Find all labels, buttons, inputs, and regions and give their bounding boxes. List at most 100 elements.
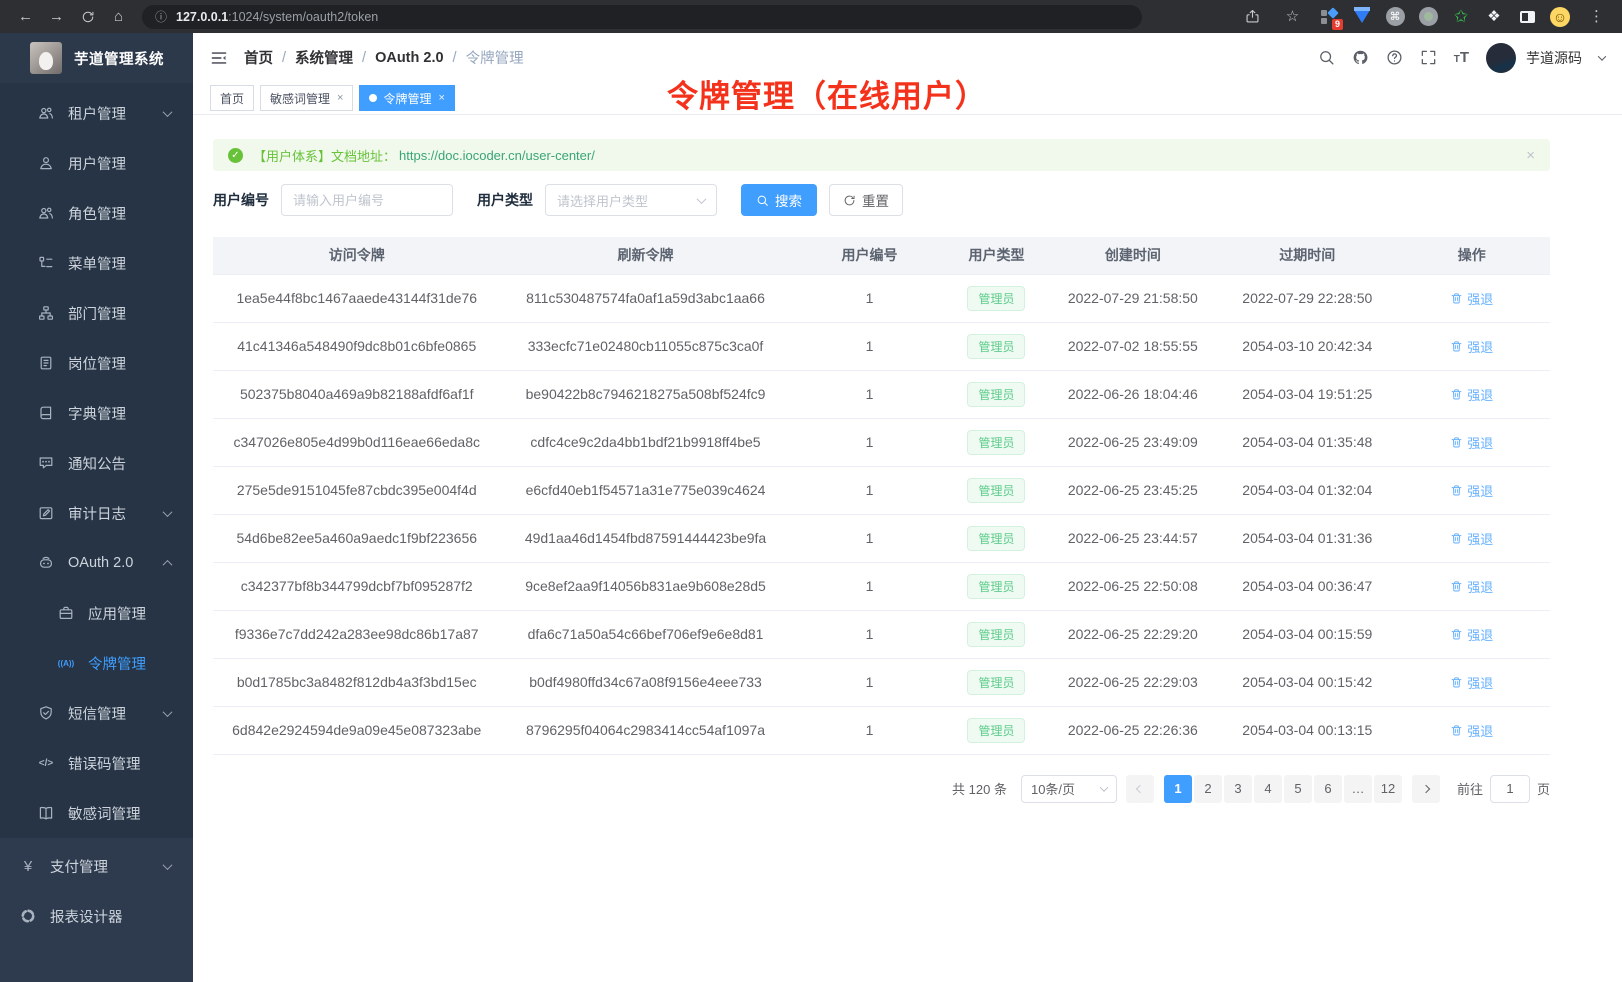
cell-user_id: 1 xyxy=(791,370,949,418)
page-ellipsis[interactable]: … xyxy=(1344,775,1372,803)
breadcrumb-item[interactable]: OAuth 2.0 xyxy=(375,50,443,66)
extension-star-icon[interactable]: ✩ xyxy=(1451,7,1471,27)
sidebar-item-menu[interactable]: 菜单管理 xyxy=(0,238,193,288)
table-row: f9336e7c7dd242a283ee98dc86b17a87dfa6c71a… xyxy=(213,610,1550,658)
sidebar-item-post[interactable]: 岗位管理 xyxy=(0,338,193,388)
sidebar-item-sensitive[interactable]: 敏感词管理 xyxy=(0,788,193,838)
prev-page-button[interactable] xyxy=(1126,775,1154,803)
extensions-puzzle-icon[interactable]: ❖ xyxy=(1484,7,1504,27)
force-logout-button[interactable]: 强退 xyxy=(1450,289,1493,308)
reset-button[interactable]: 重置 xyxy=(829,184,903,216)
page-button-6[interactable]: 6 xyxy=(1314,775,1342,803)
side-panel-icon[interactable] xyxy=(1517,7,1537,27)
search-icon[interactable] xyxy=(1318,49,1335,66)
sidebar-collapse-icon[interactable] xyxy=(210,49,228,67)
extension-gem-icon[interactable] xyxy=(1352,7,1372,27)
sidebar-item-dept[interactable]: 部门管理 xyxy=(0,288,193,338)
sidebar-item-token[interactable]: ((A))令牌管理 xyxy=(0,638,193,688)
tab-close-icon[interactable]: × xyxy=(438,92,444,104)
browser-home-icon[interactable]: ⌂ xyxy=(105,0,132,33)
trash-icon xyxy=(1450,484,1463,497)
force-logout-button[interactable]: 强退 xyxy=(1450,673,1493,692)
cell-user-type: 管理员 xyxy=(948,562,1044,610)
sidebar-item-errcode[interactable]: </>错误码管理 xyxy=(0,738,193,788)
table-row: 6d842e2924594de9a09e45e087323abe8796295f… xyxy=(213,706,1550,754)
page-button-5[interactable]: 5 xyxy=(1284,775,1312,803)
doc-link[interactable]: https://doc.iocoder.cn/user-center/ xyxy=(399,148,595,163)
tab-close-icon[interactable]: × xyxy=(337,92,343,104)
cell-created: 2022-06-25 23:45:25 xyxy=(1045,466,1221,514)
browser-reload-icon[interactable] xyxy=(74,0,101,33)
sidebar-item-tenant[interactable]: 租户管理 xyxy=(0,88,193,138)
browser-forward-icon[interactable]: → xyxy=(43,0,70,33)
browser-menu-icon[interactable]: ⋮ xyxy=(1583,0,1610,33)
user-type-select[interactable]: 请选择用户类型 xyxy=(545,184,717,216)
page-button-2[interactable]: 2 xyxy=(1194,775,1222,803)
browser-profile-avatar[interactable]: ☺ xyxy=(1550,7,1570,27)
breadcrumb-item[interactable]: 首页 xyxy=(244,47,273,68)
pagination: 共 120 条 10条/页 123456…12 前往 页 xyxy=(213,775,1550,803)
force-logout-button[interactable]: 强退 xyxy=(1450,433,1493,452)
sidebar-item-role[interactable]: 角色管理 xyxy=(0,188,193,238)
tab-首页[interactable]: 首页 xyxy=(210,85,254,111)
bookmark-star-icon[interactable]: ☆ xyxy=(1279,0,1306,33)
page-button-3[interactable]: 3 xyxy=(1224,775,1252,803)
cell-access: 502375b8040a469a9b82188afdf6af1f xyxy=(213,370,500,418)
cell-action: 强退 xyxy=(1394,562,1550,610)
user-name[interactable]: 芋道源码 xyxy=(1526,48,1582,68)
user-id-input[interactable] xyxy=(281,184,453,216)
force-logout-button[interactable]: 强退 xyxy=(1450,721,1493,740)
page-size-select[interactable]: 10条/页 xyxy=(1021,775,1117,803)
alert-close-icon[interactable]: × xyxy=(1526,147,1535,164)
sidebar: 芋道管理系统 租户管理用户管理角色管理菜单管理部门管理岗位管理字典管理通知公告审… xyxy=(0,33,193,982)
trash-icon xyxy=(1450,340,1463,353)
force-logout-label: 强退 xyxy=(1467,337,1493,356)
sidebar-item-report[interactable]: 报表设计器 xyxy=(0,891,193,941)
force-logout-button[interactable]: 强退 xyxy=(1450,337,1493,356)
top-navbar: 首页/系统管理/OAuth 2.0/令牌管理 TT 芋道源码 xyxy=(193,33,1622,82)
sidebar-item-sms[interactable]: 短信管理 xyxy=(0,688,193,738)
extension-pixel-icon[interactable]: 9 xyxy=(1319,7,1339,27)
help-icon[interactable] xyxy=(1386,49,1403,66)
github-icon[interactable] xyxy=(1352,49,1369,66)
force-logout-button[interactable]: 强退 xyxy=(1450,577,1493,596)
force-logout-button[interactable]: 强退 xyxy=(1450,625,1493,644)
force-logout-button[interactable]: 强退 xyxy=(1450,481,1493,500)
tab-令牌管理[interactable]: 令牌管理× xyxy=(359,85,454,111)
goto-page-input[interactable] xyxy=(1490,775,1530,803)
search-button[interactable]: 搜索 xyxy=(741,184,817,216)
share-icon[interactable] xyxy=(1239,0,1266,33)
table-row: c342377bf8b344799dcbf7bf095287f29ce8ef2a… xyxy=(213,562,1550,610)
extension-command-icon[interactable]: ⌘ xyxy=(1385,7,1405,27)
sidebar-item-pay[interactable]: ¥支付管理 xyxy=(0,841,193,891)
address-bar[interactable]: ⓘ 127.0.0.1:1024/system/oauth2/token xyxy=(142,5,1142,29)
force-logout-button[interactable]: 强退 xyxy=(1450,385,1493,404)
page-button-12[interactable]: 12 xyxy=(1374,775,1402,803)
tab-敏感词管理[interactable]: 敏感词管理× xyxy=(260,85,353,111)
sidebar-item-notice[interactable]: 通知公告 xyxy=(0,438,193,488)
sidebar-item-user[interactable]: 用户管理 xyxy=(0,138,193,188)
trash-icon xyxy=(1450,436,1463,449)
user-avatar[interactable] xyxy=(1486,43,1516,73)
next-page-button[interactable] xyxy=(1412,775,1440,803)
sidebar-item-oauth[interactable]: OAuth 2.0 xyxy=(0,538,193,588)
page-button-4[interactable]: 4 xyxy=(1254,775,1282,803)
fullscreen-icon[interactable] xyxy=(1420,49,1437,66)
page-button-1[interactable]: 1 xyxy=(1164,775,1192,803)
table-row: c347026e805e4d99b0d116eae66eda8ccdfc4ce9… xyxy=(213,418,1550,466)
font-size-icon[interactable]: TT xyxy=(1454,50,1469,66)
token-table: 访问令牌刷新令牌用户编号用户类型创建时间过期时间操作 1ea5e44f8bc14… xyxy=(213,237,1550,755)
sidebar-item-audit[interactable]: 审计日志 xyxy=(0,488,193,538)
breadcrumb-item[interactable]: 系统管理 xyxy=(295,47,353,68)
cell-expired: 2054-03-04 00:36:47 xyxy=(1221,562,1393,610)
user-icon xyxy=(38,155,54,171)
extension-dot-icon[interactable] xyxy=(1418,7,1438,27)
app-logo[interactable]: 芋道管理系统 xyxy=(0,33,193,83)
user-menu-caret-icon[interactable] xyxy=(1598,52,1606,60)
browser-back-icon[interactable]: ← xyxy=(12,0,39,33)
sidebar-item-app[interactable]: 应用管理 xyxy=(0,588,193,638)
force-logout-button[interactable]: 强退 xyxy=(1450,529,1493,548)
site-info-icon[interactable]: ⓘ xyxy=(155,8,167,25)
sidebar-item-dict[interactable]: 字典管理 xyxy=(0,388,193,438)
sidebar-menu-bottom: ¥支付管理报表设计器 xyxy=(0,838,193,982)
